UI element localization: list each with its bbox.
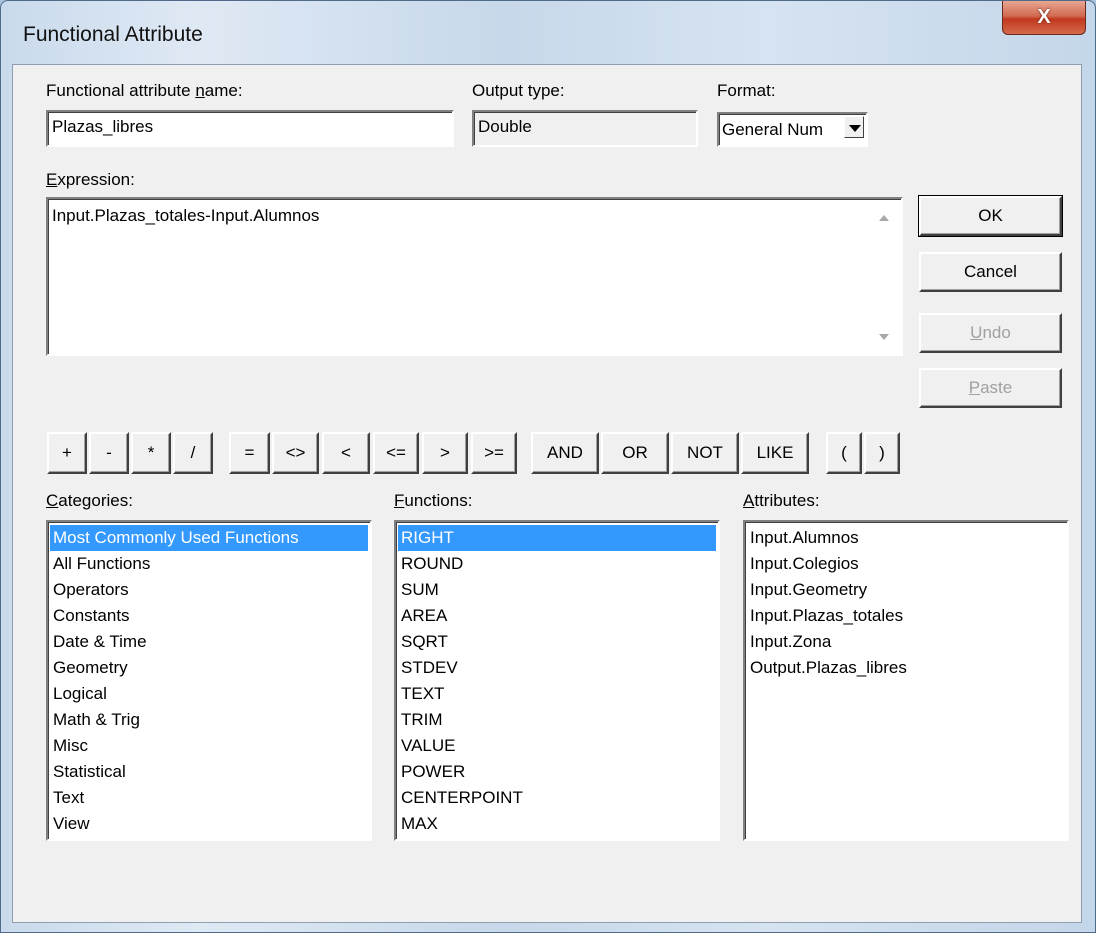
op-greater-equal-button[interactable]: >= [471,432,517,474]
list-item[interactable]: SQRT [398,629,716,655]
list-item[interactable]: Input.Zona [747,629,1065,655]
op-open-paren-button[interactable]: ( [826,432,862,474]
list-item[interactable]: AREA [398,603,716,629]
format-select[interactable]: General Num [717,112,868,147]
op-like-button[interactable]: LIKE [741,432,809,474]
output-type-field: Double [472,110,698,147]
scroll-down-arrow-icon[interactable] [879,334,889,340]
op-or-button[interactable]: OR [601,432,669,474]
op-divide-button[interactable]: / [173,432,213,474]
list-item[interactable]: Statistical [50,759,368,785]
expression-label: Expression: [46,170,135,189]
dialog-client-area: Functional attribute name: Plazas_libres… [12,64,1082,923]
list-item[interactable]: TEXT [398,681,716,707]
op-multiply-button[interactable]: * [131,432,171,474]
list-item[interactable]: Constants [50,603,368,629]
close-button[interactable]: X [1002,1,1086,35]
functions-label: Functions: [394,491,473,510]
list-item[interactable]: CENTERPOINT [398,785,716,811]
op-not-equal-button[interactable]: <> [272,432,319,474]
list-item[interactable]: MAX [398,811,716,837]
categories-label: Categories: [46,491,133,510]
list-item[interactable]: All Functions [50,551,368,577]
attributes-label: Attributes: [743,491,820,510]
list-item[interactable]: STDEV [398,655,716,681]
list-item[interactable]: Misc [50,733,368,759]
list-item[interactable]: TRIM [398,707,716,733]
op-less-equal-button[interactable]: <= [373,432,419,474]
op-minus-button[interactable]: - [89,432,129,474]
list-item[interactable]: VALUE [398,733,716,759]
window-title: Functional Attribute [23,23,203,46]
op-not-button[interactable]: NOT [671,432,739,474]
op-plus-button[interactable]: + [47,432,87,474]
list-item[interactable]: Input.Colegios [747,551,1065,577]
list-item[interactable]: Logical [50,681,368,707]
ok-button[interactable]: OK [918,195,1063,237]
list-item[interactable]: Operators [50,577,368,603]
name-input[interactable]: Plazas_libres [46,110,454,147]
list-item[interactable]: Input.Geometry [747,577,1065,603]
cancel-button[interactable]: Cancel [919,252,1062,292]
list-item[interactable]: View [50,811,368,837]
list-item[interactable]: Input.Alumnos [747,525,1065,551]
chevron-down-icon[interactable] [844,116,864,138]
output-type-label: Output type: [472,81,565,100]
expression-textarea[interactable]: Input.Plazas_totales-Input.Alumnos [46,197,903,356]
undo-button[interactable]: Undo [919,313,1062,353]
list-item[interactable]: Input.Plazas_totales [747,603,1065,629]
format-label: Format: [717,81,776,100]
format-select-value: General Num [722,120,824,139]
list-item[interactable]: SUM [398,577,716,603]
list-item[interactable]: Geometry [50,655,368,681]
op-close-paren-button[interactable]: ) [864,432,900,474]
categories-listbox[interactable]: Most Commonly Used Functions All Functio… [46,520,372,841]
op-and-button[interactable]: AND [531,432,599,474]
functions-listbox[interactable]: RIGHT ROUND SUM AREA SQRT STDEV TEXT TRI… [394,520,720,841]
list-item[interactable]: Math & Trig [50,707,368,733]
list-item[interactable]: POWER [398,759,716,785]
paste-button[interactable]: Paste [919,368,1062,408]
list-item[interactable]: Most Commonly Used Functions [50,525,368,551]
output-type-value: Double [478,117,532,136]
attributes-listbox[interactable]: Input.Alumnos Input.Colegios Input.Geome… [743,520,1069,841]
op-less-button[interactable]: < [322,432,370,474]
list-item[interactable]: RIGHT [398,525,716,551]
op-greater-button[interactable]: > [422,432,468,474]
list-item[interactable]: ROUND [398,551,716,577]
expression-value: Input.Plazas_totales-Input.Alumnos [52,206,320,225]
list-item[interactable]: Date & Time [50,629,368,655]
dialog-window: Functional Attribute X Functional attrib… [0,0,1096,933]
scroll-up-arrow-icon[interactable] [879,215,889,221]
name-input-value: Plazas_libres [52,117,154,136]
list-item[interactable]: Text [50,785,368,811]
list-item[interactable]: Output.Plazas_libres [747,655,1065,681]
name-label: Functional attribute name: [46,81,243,100]
op-equal-button[interactable]: = [229,432,270,474]
